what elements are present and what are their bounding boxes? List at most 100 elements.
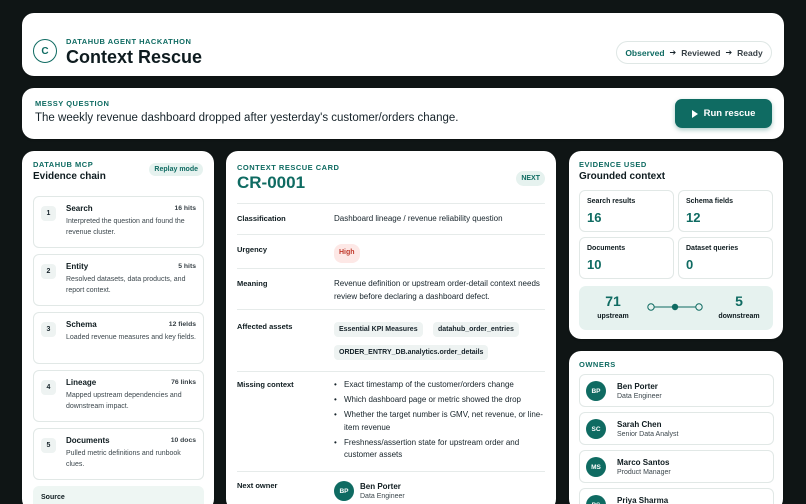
stage-reviewed[interactable]: Reviewed <box>681 48 720 58</box>
urgency-badge: High <box>334 244 360 263</box>
owner-card[interactable]: MS Marco Santos Product Manager <box>579 450 774 483</box>
stat-value: 0 <box>686 257 694 272</box>
step-count: 5 hits <box>178 263 196 270</box>
step-number: 2 <box>41 264 56 279</box>
asset-chip[interactable]: Essential KPI Measures <box>334 322 423 337</box>
chain-step-schema[interactable]: 3 Schema 12 fields Loaded revenue measur… <box>33 312 204 364</box>
owner-card[interactable]: SC Sarah Chen Senior Data Analyst <box>579 412 774 445</box>
upstream-label: upstream <box>597 313 629 320</box>
stat-dataset-queries: Dataset queries 0 <box>678 237 773 279</box>
stat-label: Schema fields <box>686 198 734 205</box>
next-owner-name[interactable]: Ben Porter <box>360 482 401 491</box>
upstream-count: 71 <box>605 293 621 309</box>
step-count: 12 fields <box>168 321 196 328</box>
affected-assets-label: Affected assets <box>237 322 293 331</box>
step-description: Pulled metric definitions and runbook cl… <box>66 450 181 468</box>
header-kicker: DATAHUB AGENT HACKATHON <box>66 37 192 46</box>
chain-step-documents[interactable]: 5 Documents 10 docs Pulled metric defini… <box>33 428 204 480</box>
classification-value: Dashboard lineage / revenue reliability … <box>334 214 503 223</box>
step-number: 5 <box>41 438 56 453</box>
missing-context-label: Missing context <box>237 380 294 389</box>
missing-context-list: Exact timestamp of the customer/orders c… <box>334 379 544 464</box>
owner-card[interactable]: BP Ben Porter Data Engineer <box>579 374 774 407</box>
lineage-flow: 71 upstream 5 downstream <box>579 286 773 330</box>
step-description: Mapped upstream dependencies and downstr… <box>66 392 182 410</box>
downstream-label: downstream <box>718 313 760 320</box>
app-header: C DATAHUB AGENT HACKATHON Context Rescue… <box>22 13 784 76</box>
stage-ready[interactable]: Ready <box>737 48 763 58</box>
owner-name: Priya Sharma <box>617 496 669 504</box>
avatar: BP <box>586 381 606 401</box>
card-kicker: CONTEXT RESCUE CARD <box>237 163 340 172</box>
run-rescue-button[interactable]: Run rescue <box>675 99 772 128</box>
owner-card[interactable]: PS Priya Sharma <box>579 488 774 504</box>
evidence-title: Grounded context <box>579 171 666 182</box>
chain-kicker: DATAHUB MCP <box>33 160 94 169</box>
step-number: 1 <box>41 206 56 221</box>
stage-observed[interactable]: Observed <box>625 48 664 58</box>
evidence-kicker: EVIDENCE USED <box>579 160 647 169</box>
stat-value: 12 <box>686 210 701 225</box>
urgency-label: Urgency <box>237 245 268 254</box>
owner-role: Product Manager <box>617 469 671 476</box>
stat-label: Dataset queries <box>686 245 739 252</box>
source-label: Source <box>41 494 65 501</box>
next-owner-label: Next owner <box>237 481 278 490</box>
avatar: PS <box>586 495 606 504</box>
step-name: Lineage <box>66 378 97 387</box>
run-rescue-label: Run rescue <box>703 108 756 119</box>
urgency-row: Urgency High <box>237 234 545 268</box>
arrow-right-icon: ➔ <box>669 48 677 57</box>
meaning-value: Revenue definition or upstream order-det… <box>334 279 540 301</box>
classification-row: Classification Dashboard lineage / reven… <box>237 203 545 234</box>
question-kicker: MESSY QUESTION <box>35 99 110 108</box>
stat-schema-fields: Schema fields 12 <box>678 190 773 232</box>
meaning-label: Meaning <box>237 279 268 288</box>
step-name: Schema <box>66 320 97 329</box>
next-badge: NEXT <box>516 171 545 186</box>
question-text: The weekly revenue dashboard dropped aft… <box>35 112 459 124</box>
step-name: Documents <box>66 436 110 445</box>
asset-chip[interactable]: datahub_order_entries <box>433 322 519 337</box>
list-item: Whether the target number is GMV, net re… <box>334 409 544 434</box>
owner-name: Marco Santos <box>617 458 670 467</box>
missing-context-row: Missing context Exact timestamp of the c… <box>237 371 545 471</box>
chain-step-search[interactable]: 1 Search 16 hits Interpreted the questio… <box>33 196 204 248</box>
avatar: MS <box>586 457 606 477</box>
chain-step-entity[interactable]: 2 Entity 5 hits Resolved datasets, data … <box>33 254 204 306</box>
avatar: SC <box>586 419 606 439</box>
source-box: Source <box>33 486 204 504</box>
status-stepper: Observed ➔ Reviewed ➔ Ready <box>616 41 772 64</box>
chain-title: Evidence chain <box>33 171 106 182</box>
stat-value: 16 <box>587 210 602 225</box>
list-item: Which dashboard page or metric showed th… <box>334 394 544 407</box>
owners-panel: OWNERS BP Ben Porter Data Engineer SC Sa… <box>569 351 783 504</box>
lineage-connector-icon <box>647 303 703 311</box>
play-icon <box>691 109 698 118</box>
owners-kicker: OWNERS <box>579 360 616 369</box>
stat-label: Documents <box>587 245 626 252</box>
owner-role: Senior Data Analyst <box>617 431 679 438</box>
page-title: Context Rescue <box>66 47 203 67</box>
step-description: Resolved datasets, data products, and re… <box>66 276 186 294</box>
step-name: Entity <box>66 262 89 271</box>
stat-documents: Documents 10 <box>579 237 674 279</box>
step-count: 10 docs <box>170 437 196 444</box>
stat-search-results: Search results 16 <box>579 190 674 232</box>
step-name: Search <box>66 204 93 213</box>
step-number: 3 <box>41 322 56 337</box>
step-count: 76 links <box>171 379 196 386</box>
avatar: BP <box>334 481 354 501</box>
owner-name: Ben Porter <box>617 382 658 391</box>
downstream-count: 5 <box>735 293 743 309</box>
next-owner-role: Data Engineer <box>360 493 405 500</box>
owner-name: Sarah Chen <box>617 420 662 429</box>
chain-step-lineage[interactable]: 4 Lineage 76 links Mapped upstream depen… <box>33 370 204 422</box>
card-id: CR-0001 <box>237 173 306 192</box>
replay-mode-badge[interactable]: Replay mode <box>149 163 203 176</box>
context-rescue-card: CONTEXT RESCUE CARD CR-0001 NEXT Classif… <box>226 151 556 504</box>
step-number: 4 <box>41 380 56 395</box>
evidence-used-panel: EVIDENCE USED Grounded context Search re… <box>569 151 783 339</box>
asset-chip[interactable]: ORDER_ENTRY_DB.analytics.order_details <box>334 345 489 360</box>
next-owner-row: Next owner BP Ben Porter Data Engineer <box>237 471 545 504</box>
